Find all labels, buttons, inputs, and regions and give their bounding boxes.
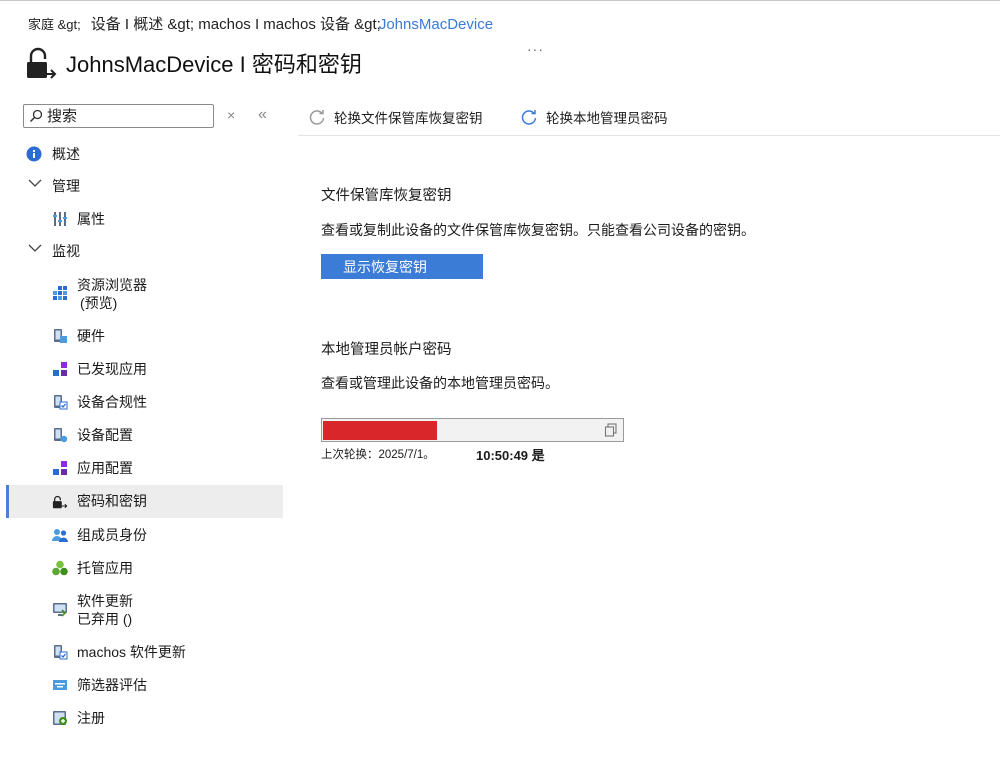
last-rotated-time: 10:50:49 是 [476,448,545,463]
show-recovery-key-button[interactable]: 显示恢复密钥 [321,254,483,279]
local-admin-section-title: 本地管理员帐户密码 [321,342,452,358]
rotate-filevault-key-button[interactable]: 轮换文件保管库恢复密钥 [308,107,483,127]
sidebar-item-filter-evaluation[interactable]: 筛选器评估 [6,668,280,701]
sidebar-item-label: 硬件 [77,328,105,344]
sidebar-item-label: 密码和密钥 [77,493,147,509]
sidebar-item-label: 概述 [52,146,80,162]
refresh-icon [521,110,537,125]
sidebar-item-macos-updates[interactable]: machos 软件更新 [6,635,280,668]
search-input[interactable] [43,107,197,125]
group-icon [52,527,68,543]
sidebar-item-label: 托管应用 [77,560,133,576]
sidebar-item-label: machos 软件更新 [77,644,186,660]
chevron-down-icon [28,177,42,191]
device-config-icon [52,427,68,443]
sidebar-item-sublabel: 已弃用 () [77,611,133,627]
sidebar-item-label: 组成员身份 [77,527,147,543]
info-icon [26,146,42,162]
rotate-filevault-key-label: 轮换文件保管库恢复密钥 [334,111,483,126]
sidebar-item-group-membership[interactable]: 组成员身份 [6,518,280,551]
last-rotated-label: 上次轮换：2025/7/1。 [321,449,435,461]
sidebar-group-label: 监视 [52,243,80,259]
local-admin-section-description: 查看或管理此设备的本地管理员密码。 [321,375,559,391]
rotate-local-admin-password-label: 轮换本地管理员密码 [546,111,668,126]
sidebar-group-label: 管理 [52,178,80,194]
hardware-icon [52,328,68,344]
sidebar-item-label: 属性 [77,211,105,227]
sidebar-item-software-updates[interactable]: 软件更新 已弃用 () [6,585,280,635]
filter-icon [52,677,68,693]
lock-arrow-icon [52,494,68,510]
sidebar-item-label: 资源浏览器 [77,277,147,293]
sidebar-item-label: 设备配置 [77,427,133,443]
breadcrumb-path[interactable]: 设备 I 概述 &gt; machos I machos 设备 &gt; [91,16,381,33]
sidebar-group-monitor[interactable]: 监视 [6,235,280,267]
sidebar-item-label: 注册 [77,710,105,726]
page-header: JohnsMacDevice I 密码和密钥 [24,41,362,85]
breadcrumb: 家庭 &gt; 设备 I 概述 &gt; machos I machos 设备 &… [28,13,493,34]
sidebar-item-device-config[interactable]: 设备配置 [6,418,280,451]
sidebar-item-sublabel: (预览) [80,295,118,311]
sidebar-item-app-config[interactable]: 应用配置 [6,451,280,484]
sidebar-item-resource-explorer[interactable]: 资源浏览器 (预览) [6,267,280,317]
clear-search-button[interactable]: × [227,107,235,123]
sidebar-item-overview[interactable]: 概述 [6,138,280,170]
enrollment-icon [52,710,68,726]
sidebar-item-passwords-keys[interactable]: 密码和密钥 [6,485,283,518]
sidebar-item-label: 设备合规性 [77,394,147,410]
sidebar-item-device-compliance[interactable]: 设备合规性 [6,385,280,418]
sidebar-item-label: 应用配置 [77,460,133,476]
collapse-sidebar-button[interactable]: « [258,106,267,124]
breadcrumb-home[interactable]: 家庭 &gt; [28,17,81,32]
compliance-icon [52,394,68,410]
sidebar-item-managed-apps[interactable]: 托管应用 [6,551,280,584]
refresh-icon [309,110,325,125]
redacted-password [323,421,437,440]
software-update-icon [52,602,68,618]
sidebar-item-hardware[interactable]: 硬件 [6,319,280,352]
command-bar: 轮换文件保管库恢复密钥 轮换本地管理员密码 [298,101,1000,136]
lock-arrow-icon [27,47,57,79]
sidebar-item-label: 软件更新 [77,593,133,609]
sidebar-item-properties[interactable]: 属性 [6,202,280,235]
chevron-down-icon [28,242,42,256]
page-title: JohnsMacDevice I 密码和密钥 [66,52,362,77]
sidebar-item-enrollment[interactable]: 注册 [6,701,280,734]
search-icon [29,109,43,123]
app-config-icon [52,460,68,476]
breadcrumb-device[interactable]: JohnsMacDevice [379,16,493,33]
filevault-section-title: 文件保管库恢复密钥 [321,188,452,204]
properties-icon [52,211,68,227]
search-box[interactable] [23,104,214,128]
sidebar-group-manage[interactable]: 管理 [6,170,280,202]
apps-icon [52,361,68,377]
sidebar-item-label: 已发现应用 [77,361,147,377]
sidebar-item-discovered-apps[interactable]: 已发现应用 [6,352,280,385]
filevault-section-description: 查看或复制此设备的文件保管库恢复密钥。只能查看公司设备的密钥。 [321,222,755,238]
macos-update-icon [52,644,68,660]
more-options-button[interactable]: ··· [527,41,544,57]
sidebar-item-label: 筛选器评估 [77,677,147,693]
resource-explorer-icon [52,285,68,301]
managed-apps-icon [52,560,68,576]
copy-icon[interactable] [604,423,618,437]
local-admin-password-field[interactable] [321,418,624,442]
rotate-local-admin-password-button[interactable]: 轮换本地管理员密码 [520,107,668,127]
